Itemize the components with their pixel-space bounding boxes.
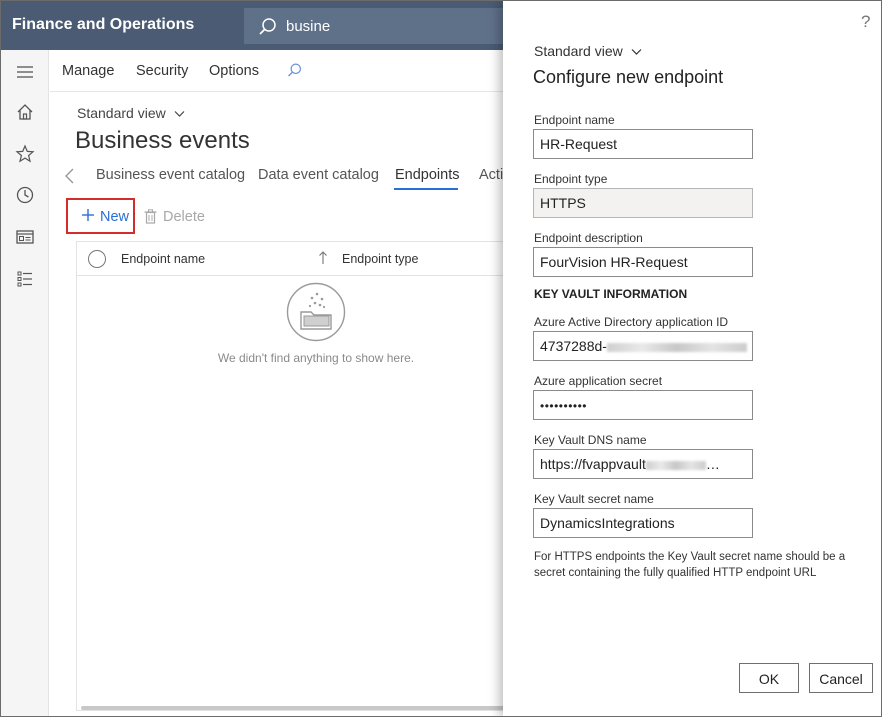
app-secret-field[interactable]: •••••••••• [533,390,753,420]
select-all-checkbox[interactable] [88,250,106,268]
kv-secret-field[interactable]: DynamicsIntegrations [533,508,753,538]
panel-view-selector[interactable]: Standard view [534,43,642,59]
view-selector[interactable]: Standard view [77,105,185,121]
configure-endpoint-panel: ? Standard view Configure new endpoint E… [503,1,881,716]
redacted-blur [645,460,706,470]
column-header-endpoint-type[interactable]: Endpoint type [342,252,418,266]
column-header-endpoint-name[interactable]: Endpoint name [121,252,205,266]
tab-active-endpoints[interactable]: Acti [479,167,503,183]
ok-button[interactable]: OK [739,663,799,693]
delete-button-label: Delete [163,209,205,225]
modules-list-icon[interactable] [15,269,35,289]
kv-secret-value: DynamicsIntegrations [540,515,675,531]
endpoint-type-field: HTTPS [533,188,753,218]
endpoint-type-value: HTTPS [540,195,586,211]
navigation-rail [1,50,49,716]
action-security[interactable]: Security [136,63,188,79]
cancel-button[interactable]: Cancel [809,663,873,693]
panel-title: Configure new endpoint [533,67,724,87]
kv-dns-value: https://fvappvault [540,456,646,472]
redacted-blur [606,342,747,352]
help-note: For HTTPS endpoints the Key Vault secret… [534,551,846,579]
action-pane: Manage Security Options [50,50,510,92]
tab-business-event-catalog[interactable]: Business event catalog [96,167,245,183]
endpoint-description-value: FourVision HR-Request [540,254,688,270]
tab-endpoints[interactable]: Endpoints [395,167,460,183]
help-icon[interactable]: ? [861,12,870,32]
view-label: Standard view [77,105,166,121]
app-window: Finance and Operations busine Manage Sec… [0,0,882,717]
search-icon [259,18,276,35]
aad-app-id-value: 4737288d- [540,338,607,354]
endpoints-grid: Endpoint name Endpoint type We didn't fi… [76,241,507,711]
horizontal-scrollbar[interactable] [81,706,505,710]
hamburger-menu-icon[interactable] [15,62,35,82]
favorites-star-icon[interactable] [15,144,35,164]
grid-header: Endpoint name Endpoint type [77,242,507,276]
kv-secret-label: Key Vault secret name [534,492,654,506]
active-tab-indicator [394,188,458,190]
endpoint-name-field[interactable]: HR-Request [533,129,753,159]
chevron-down-icon [631,49,642,56]
empty-state-message: We didn't find anything to show here. [217,351,415,365]
search-input[interactable]: busine [244,8,514,44]
app-title[interactable]: Finance and Operations [12,16,194,34]
key-vault-section-header: KEY VAULT INFORMATION [534,287,688,301]
chevron-down-icon [174,111,185,118]
tab-data-event-catalog[interactable]: Data event catalog [258,167,379,183]
search-value: busine [286,18,331,35]
app-secret-label: Azure application secret [534,374,663,388]
endpoint-description-label: Endpoint description [534,231,643,245]
kv-dns-label: Key Vault DNS name [534,433,647,447]
home-icon[interactable] [15,102,35,122]
empty-folder-icon [286,282,346,342]
kv-dns-field[interactable]: https://fvappvault… [533,449,753,479]
endpoint-name-value: HR-Request [540,136,618,152]
action-manage[interactable]: Manage [62,63,114,79]
new-button-label: New [100,209,130,225]
action-options[interactable]: Options [209,63,259,79]
aad-app-id-label: Azure Active Directory application ID [534,315,729,329]
recent-clock-icon[interactable] [15,185,35,205]
trash-icon [144,209,157,224]
aad-app-id-field[interactable]: 4737288d- [533,331,753,361]
new-button[interactable]: New [66,198,135,234]
workspaces-icon[interactable] [15,227,35,247]
panel-view-label: Standard view [534,43,623,59]
page-title: Business events [75,127,250,154]
action-search-icon[interactable] [286,62,303,79]
sort-ascending-icon[interactable] [318,250,328,266]
app-secret-value: •••••••••• [540,399,588,413]
endpoint-type-label: Endpoint type [534,172,608,186]
endpoint-description-field[interactable]: FourVision HR-Request [533,247,753,277]
endpoint-name-label: Endpoint name [534,113,615,127]
plus-icon [82,209,94,221]
chevron-left-icon[interactable] [63,167,77,185]
